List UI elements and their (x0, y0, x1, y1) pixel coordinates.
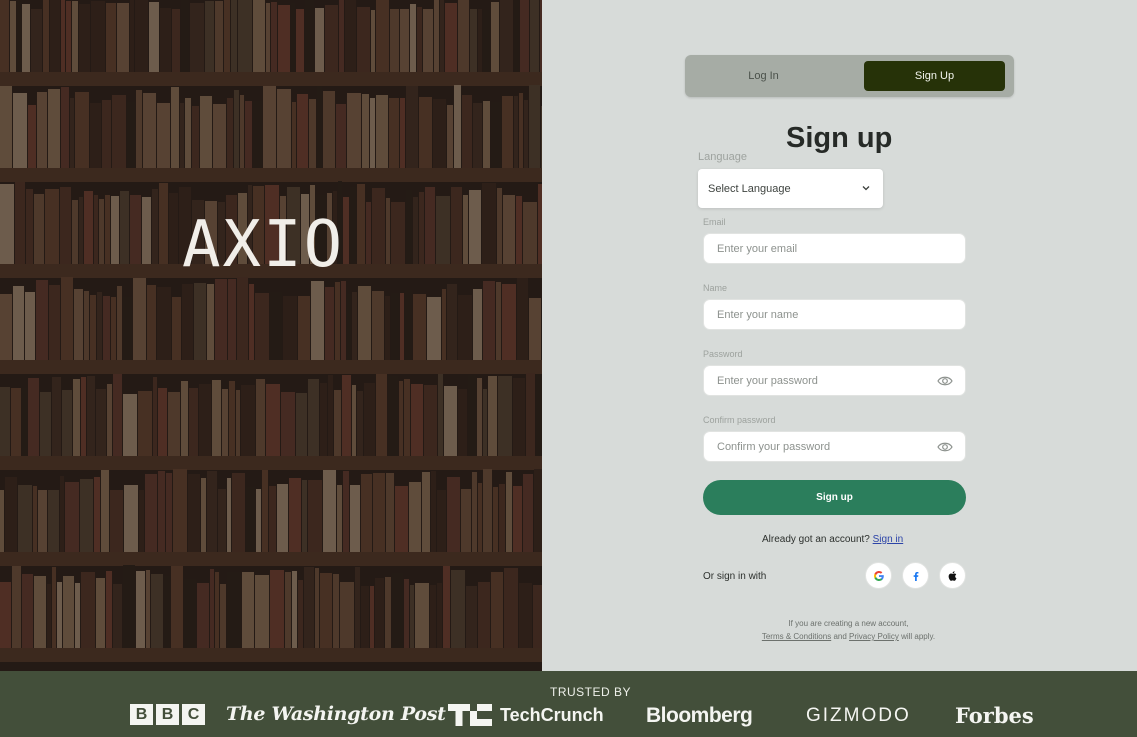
tab-signup[interactable]: Sign Up (864, 61, 1005, 91)
terms-and-text: and (833, 632, 847, 641)
apple-icon (948, 570, 956, 581)
auth-tab-switcher: Log In Sign Up (685, 55, 1014, 97)
washington-post-logo: The Washington Post (226, 703, 446, 725)
hero-image: AXIO (0, 0, 542, 671)
forbes-logo: Forbes (955, 703, 1034, 728)
password-label: Password (703, 349, 743, 359)
brand-logo: AXIO (182, 208, 345, 282)
or-sign-in-with-label: Or sign in with (703, 571, 767, 582)
language-select[interactable]: Select Language (698, 169, 883, 208)
terms-tail-text: will apply. (901, 632, 936, 641)
bloomberg-logo: Bloomberg (646, 704, 753, 727)
terms-line-1: If you are creating a new account, (788, 619, 909, 628)
show-confirm-password-eye-icon[interactable] (937, 441, 953, 453)
google-icon (873, 570, 884, 581)
language-select-value: Select Language (708, 182, 791, 195)
signup-panel: Log In Sign Up Sign up Language Select L… (542, 0, 1137, 671)
bbc-logo-letter: C (182, 704, 205, 725)
trusted-by-label: TRUSTED BY (549, 685, 631, 699)
signup-button[interactable]: Sign up (703, 480, 966, 515)
language-label: Language (698, 151, 747, 163)
terms-conditions-link[interactable]: Terms & Conditions (762, 632, 831, 641)
signin-link[interactable]: Sign in (873, 534, 904, 545)
trusted-by-footer: TRUSTED BY B B C The Washington Post Tec… (0, 671, 1137, 737)
tab-login[interactable]: Log In (693, 61, 834, 91)
confirm-password-label: Confirm password (703, 415, 776, 425)
email-label: Email (703, 217, 726, 227)
already-account-label: Already got an account? (762, 534, 870, 545)
privacy-policy-link[interactable]: Privacy Policy (849, 632, 899, 641)
facebook-icon (913, 571, 918, 581)
techcrunch-mark-icon (448, 704, 492, 726)
bookshelf-background (0, 0, 542, 671)
google-signin-button[interactable] (865, 562, 892, 589)
bbc-logo-letter: B (156, 704, 179, 725)
show-password-eye-icon[interactable] (937, 375, 953, 387)
confirm-password-field[interactable] (703, 431, 966, 462)
password-field[interactable] (703, 365, 966, 396)
terms-line-2: Terms & Conditions and Privacy Policy wi… (702, 630, 995, 643)
techcrunch-logo: TechCrunch (448, 704, 604, 726)
already-account-text: Already got an account? Sign in (762, 534, 903, 545)
gizmodo-logo: GIZMODO (806, 705, 911, 726)
name-field[interactable] (703, 299, 966, 330)
page-title: Sign up (786, 122, 893, 154)
bbc-logo-letter: B (130, 704, 153, 725)
apple-signin-button[interactable] (939, 562, 966, 589)
techcrunch-wordmark: TechCrunch (500, 704, 604, 725)
bbc-logo: B B C (130, 704, 205, 725)
terms-notice: If you are creating a new account, Terms… (702, 617, 995, 643)
chevron-down-icon (862, 186, 870, 191)
name-label: Name (703, 283, 728, 293)
email-field[interactable] (703, 233, 966, 264)
facebook-signin-button[interactable] (902, 562, 929, 589)
